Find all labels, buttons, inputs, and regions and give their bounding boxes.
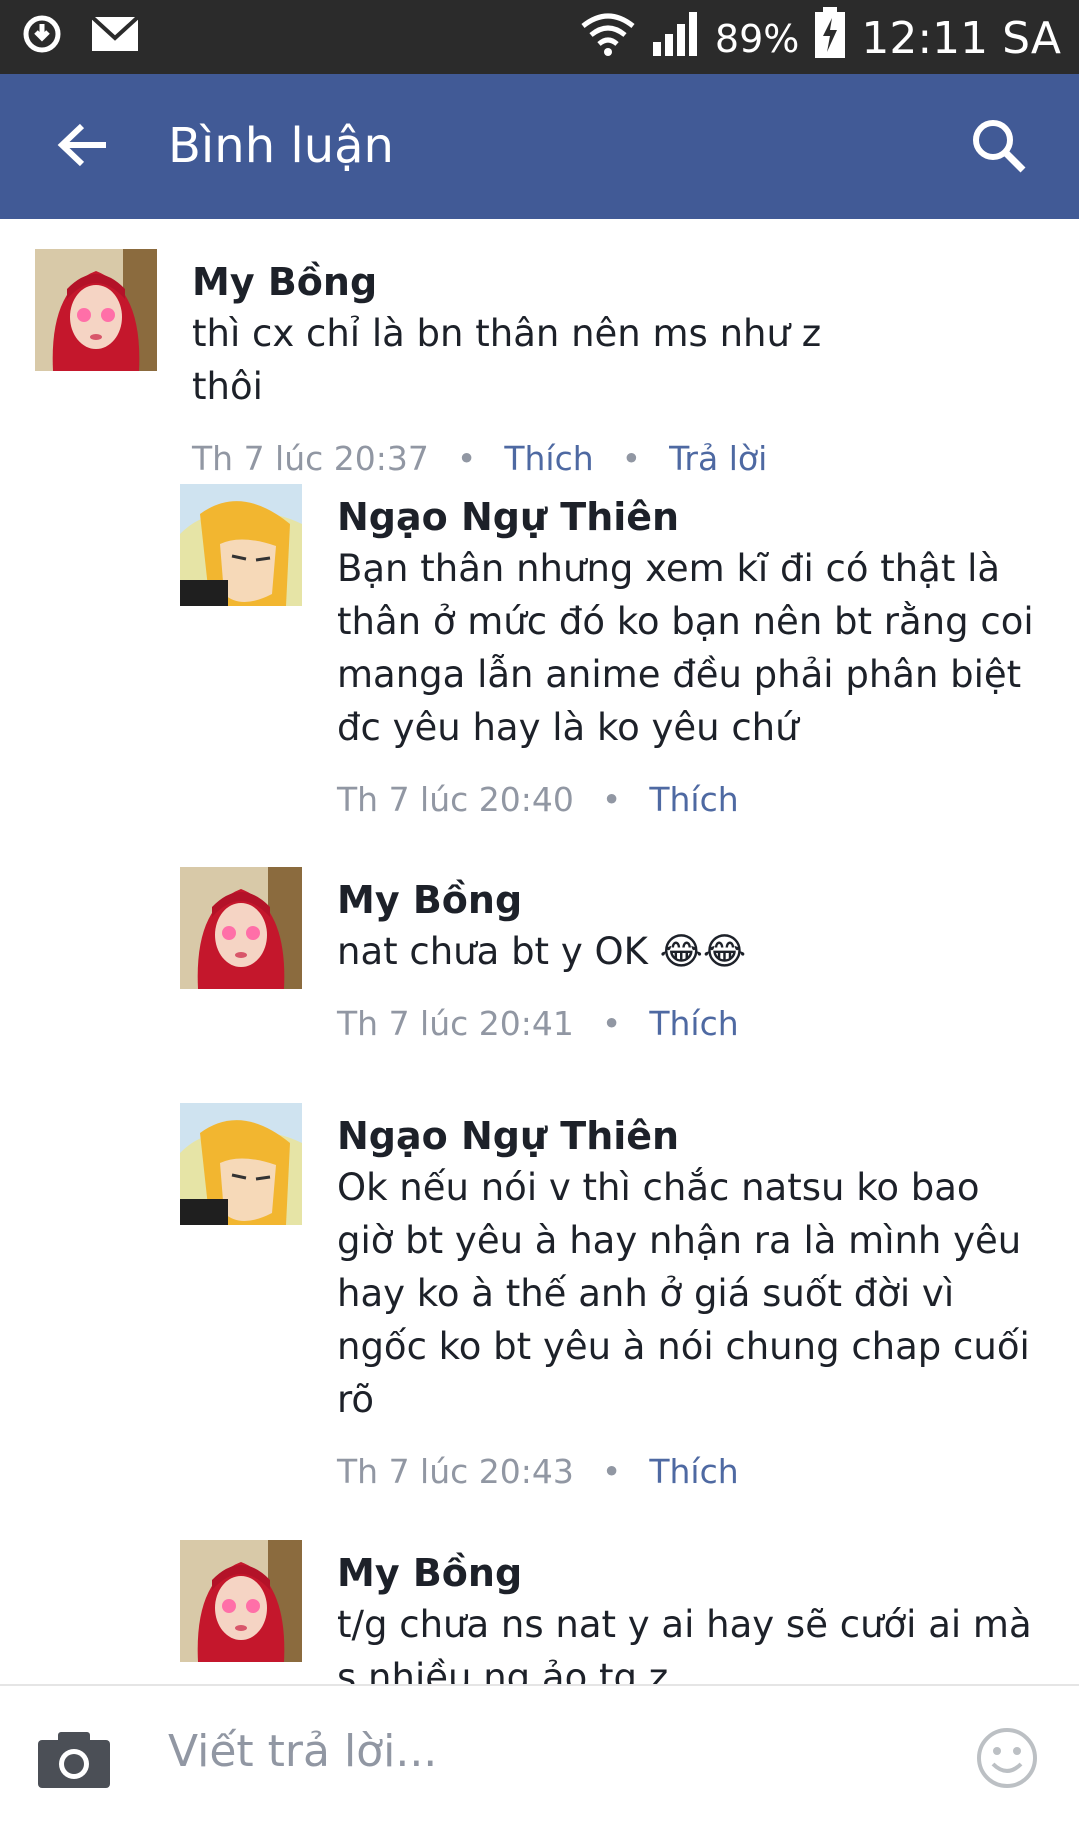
comment-text: thì cx chỉ là bn thân nên ms như z thôi [192,312,822,408]
comment-meta: Th 7 lúc 20:43 • Thích [337,1452,1037,1491]
separator-dot: • [601,1004,622,1043]
comment-text: Ok nếu nói v thì chắc natsu ko bao giờ b… [337,1166,1030,1421]
signal-icon [651,8,701,69]
app-bar: Bình luận [0,74,1079,219]
comment-author[interactable]: My Bồng [337,875,1037,925]
comment-author[interactable]: My Bồng [337,1548,1037,1598]
comment-time: Th 7 lúc 20:37 [192,439,429,478]
like-link[interactable]: Thích [649,1004,738,1043]
back-arrow-icon[interactable] [56,118,110,176]
emoji-icon[interactable] [975,1726,1039,1794]
reply-composer: Viết trả lời... [0,1684,1079,1831]
avatar[interactable] [180,1540,302,1662]
comment-list: My Bồng thì cx chỉ là bn thân nên ms như… [0,219,1079,1684]
separator-dot: • [456,439,477,478]
battery-percent: 89% [714,16,800,61]
comment-text: t/g chưa ns nat y ai hay sẽ cưới ai mà s… [337,1603,1032,1684]
page-title: Bình luận [168,118,394,174]
comment-text: nat chưa bt y OK 😂😂 [337,930,747,973]
sync-icon [18,10,66,62]
comment-meta: Th 7 lúc 20:37 • Thích • Trả lời [192,439,892,478]
comment-meta: Th 7 lúc 20:41 • Thích [337,1004,1037,1043]
battery-icon [813,6,847,71]
avatar[interactable] [35,249,157,371]
status-bar: 89% 12:11 SA [0,0,1079,74]
mail-icon [90,14,140,58]
comment-author[interactable]: My Bồng [192,257,892,307]
like-link[interactable]: Thích [504,439,593,478]
separator-dot: • [601,1452,622,1491]
comment-time: Th 7 lúc 20:40 [337,780,574,819]
reply-link[interactable]: Trả lời [669,439,767,478]
like-link[interactable]: Thích [649,1452,738,1491]
clock: 12:11 SA [861,13,1061,64]
separator-dot: • [621,439,642,478]
comment-author[interactable]: Ngạo Ngự Thiên [337,492,1037,542]
avatar[interactable] [180,1103,302,1225]
avatar[interactable] [180,867,302,989]
comment-text: Bạn thân nhưng xem kĩ đi có thật là thân… [337,547,1034,749]
avatar[interactable] [180,484,302,606]
camera-icon[interactable] [36,1728,112,1794]
comment-time: Th 7 lúc 20:43 [337,1452,574,1491]
wifi-icon [579,10,637,67]
search-icon[interactable] [969,116,1029,180]
reply-input[interactable]: Viết trả lời... [168,1726,437,1777]
comment-meta: Th 7 lúc 20:40 • Thích [337,780,1037,819]
comment-time: Th 7 lúc 20:41 [337,1004,574,1043]
comment-author[interactable]: Ngạo Ngự Thiên [337,1111,1037,1161]
separator-dot: • [601,780,622,819]
like-link[interactable]: Thích [649,780,738,819]
